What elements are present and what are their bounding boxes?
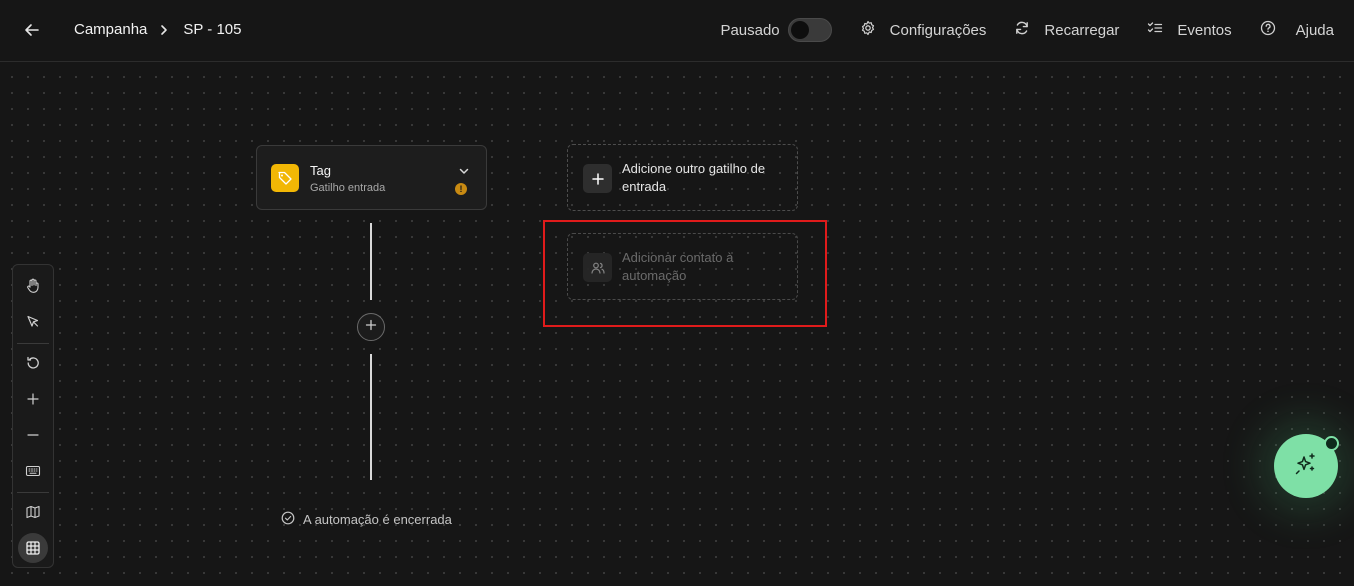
settings-label: Configurações xyxy=(889,21,987,39)
zoom-out-icon[interactable] xyxy=(18,420,48,450)
undo-icon[interactable] xyxy=(18,348,48,378)
plus-icon xyxy=(583,164,612,193)
tag-icon xyxy=(271,164,299,192)
pause-toggle[interactable] xyxy=(787,18,832,42)
connector-line-top xyxy=(370,223,372,300)
end-note-label: A automação é encerrada xyxy=(303,512,452,527)
reload-label: Recarregar xyxy=(1044,21,1120,39)
toggle-knob xyxy=(790,21,809,39)
settings-button[interactable]: Configurações xyxy=(860,20,987,40)
end-note: A automação é encerrada xyxy=(281,511,452,528)
toolbar-divider xyxy=(17,492,49,493)
chevron-right-icon xyxy=(159,24,169,36)
trigger-title: Tag xyxy=(310,163,331,178)
chevron-down-icon[interactable] xyxy=(458,164,470,182)
header-actions: Pausado Configurações Recarregar Eventos xyxy=(720,17,1334,43)
back-arrow-icon[interactable] xyxy=(22,20,42,40)
map-icon[interactable] xyxy=(18,497,48,527)
add-step-button[interactable] xyxy=(357,313,385,341)
breadcrumb: Campanha SP - 105 xyxy=(74,21,242,38)
add-trigger-card[interactable]: Adicione outro gatilho de entrada xyxy=(567,144,798,211)
checklist-icon xyxy=(1147,20,1177,40)
canvas-toolbar xyxy=(12,264,54,568)
help-icon xyxy=(1260,20,1296,40)
events-button[interactable]: Eventos xyxy=(1147,20,1232,40)
trigger-subtitle: Gatilho entrada xyxy=(310,182,386,194)
status-label: Pausado xyxy=(720,21,780,39)
add-contact-card[interactable]: Adicionar contato à automação xyxy=(567,233,798,300)
pointer-icon[interactable] xyxy=(18,307,48,337)
breadcrumb-current: SP - 105 xyxy=(183,21,242,38)
help-label: Ajuda xyxy=(1295,21,1334,39)
refresh-icon xyxy=(1014,20,1044,40)
flow-canvas[interactable]: Tag Gatilho entrada ! Adicione outro gat… xyxy=(0,63,1354,586)
notification-dot xyxy=(1324,436,1339,451)
gear-icon xyxy=(860,20,890,40)
add-trigger-label: Adicione outro gatilho de entrada xyxy=(622,161,766,194)
breadcrumb-campaign[interactable]: Campanha xyxy=(74,21,147,38)
users-icon xyxy=(583,253,612,282)
keyboard-icon[interactable] xyxy=(18,456,48,486)
top-bar: Campanha SP - 105 Pausado Configurações … xyxy=(0,0,1354,62)
help-button[interactable]: Ajuda xyxy=(1260,20,1334,40)
reload-button[interactable]: Recarregar xyxy=(1014,20,1119,40)
check-circle-icon xyxy=(281,511,303,528)
grid-icon[interactable] xyxy=(18,533,48,563)
events-label: Eventos xyxy=(1177,21,1232,39)
plus-icon xyxy=(365,318,377,336)
hand-icon[interactable] xyxy=(18,271,48,301)
toolbar-divider xyxy=(17,343,49,344)
zoom-in-icon[interactable] xyxy=(18,384,48,414)
add-contact-label: Adicionar contato à automação xyxy=(622,250,734,283)
connector-line-bottom xyxy=(370,354,372,480)
sparkles-icon xyxy=(1293,451,1319,482)
trigger-node[interactable]: Tag Gatilho entrada ! xyxy=(256,145,487,210)
warning-icon: ! xyxy=(455,183,467,195)
